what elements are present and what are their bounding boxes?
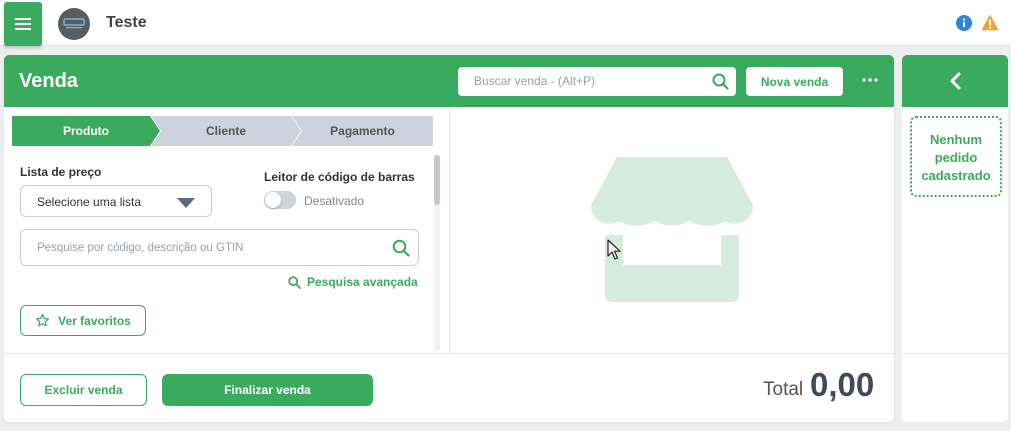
- content-divider: [449, 107, 450, 353]
- price-list-select[interactable]: Selecione uma lista: [20, 185, 212, 217]
- menu-button[interactable]: [4, 2, 42, 46]
- scrollbar-thumb[interactable]: [434, 155, 440, 205]
- search-icon[interactable]: [392, 239, 410, 257]
- barcode-reader-status: Desativado: [304, 194, 365, 208]
- sale-panel: Venda Buscar venda - (Alt+P) Nova venda …: [4, 55, 894, 422]
- checkout-steps: Produto Cliente Pagamento: [12, 116, 433, 146]
- hamburger-icon: [15, 18, 31, 30]
- more-options-button[interactable]: [859, 69, 881, 91]
- view-favorites-button[interactable]: Ver favoritos: [20, 305, 146, 336]
- more-horizontal-icon: [862, 78, 878, 82]
- sale-footer: Excluir venda Finalizar venda Total 0,00: [4, 353, 894, 422]
- advanced-search-label: Pesquisa avançada: [307, 275, 418, 289]
- price-list-value: Selecione uma lista: [37, 195, 142, 209]
- mouse-cursor-icon: [607, 239, 621, 260]
- header-divider: [464, 105, 854, 106]
- product-search-placeholder: Pesquise por código, descrição ou GTIN: [37, 242, 244, 254]
- step-produto[interactable]: Produto: [12, 116, 160, 146]
- store-icon: [591, 157, 753, 302]
- chevron-left-icon: [950, 72, 961, 90]
- logo-icon: [63, 18, 85, 29]
- barcode-reader-toggle[interactable]: [264, 191, 296, 209]
- product-search-input[interactable]: Pesquise por código, descrição ou GTIN: [20, 229, 419, 266]
- company-logo: [58, 8, 90, 40]
- form-scrollbar[interactable]: [434, 155, 440, 351]
- warning-icon[interactable]: [981, 14, 999, 31]
- price-list-label: Lista de preço: [20, 165, 102, 179]
- page-title: Venda: [19, 70, 78, 92]
- step-pagamento[interactable]: Pagamento: [292, 116, 433, 146]
- sale-header: Venda Buscar venda - (Alt+P) Nova venda: [4, 55, 894, 107]
- total-label: Total: [763, 379, 804, 400]
- star-icon: [36, 313, 50, 327]
- advanced-search-link[interactable]: Pesquisa avançada: [288, 275, 418, 289]
- empty-orders-message: Nenhum pedido cadastrado: [910, 116, 1002, 197]
- total-value: 0,00: [810, 366, 875, 403]
- barcode-reader-label: Leitor de código de barras: [264, 170, 415, 184]
- sale-search-placeholder: Buscar venda - (Alt+P): [474, 74, 596, 88]
- product-form: Lista de preço Selecione uma lista Leito…: [4, 152, 449, 352]
- orders-footer-divider: [902, 353, 1008, 354]
- delete-sale-button[interactable]: Excluir venda: [20, 374, 147, 406]
- finish-sale-button[interactable]: Finalizar venda: [162, 374, 373, 406]
- new-sale-button[interactable]: Nova venda: [746, 67, 843, 96]
- step-cliente[interactable]: Cliente: [151, 116, 301, 146]
- info-icon[interactable]: [956, 15, 972, 31]
- top-bar: Teste: [0, 0, 1011, 46]
- view-favorites-label: Ver favoritos: [58, 313, 131, 328]
- collapse-orders-button[interactable]: [902, 55, 1008, 107]
- company-name: Teste: [106, 14, 147, 31]
- search-icon[interactable]: [712, 73, 729, 90]
- sale-search-input[interactable]: Buscar venda - (Alt+P): [458, 67, 736, 96]
- search-icon: [288, 275, 301, 289]
- orders-panel: Nenhum pedido cadastrado: [902, 55, 1008, 422]
- caret-down-icon: [177, 198, 195, 208]
